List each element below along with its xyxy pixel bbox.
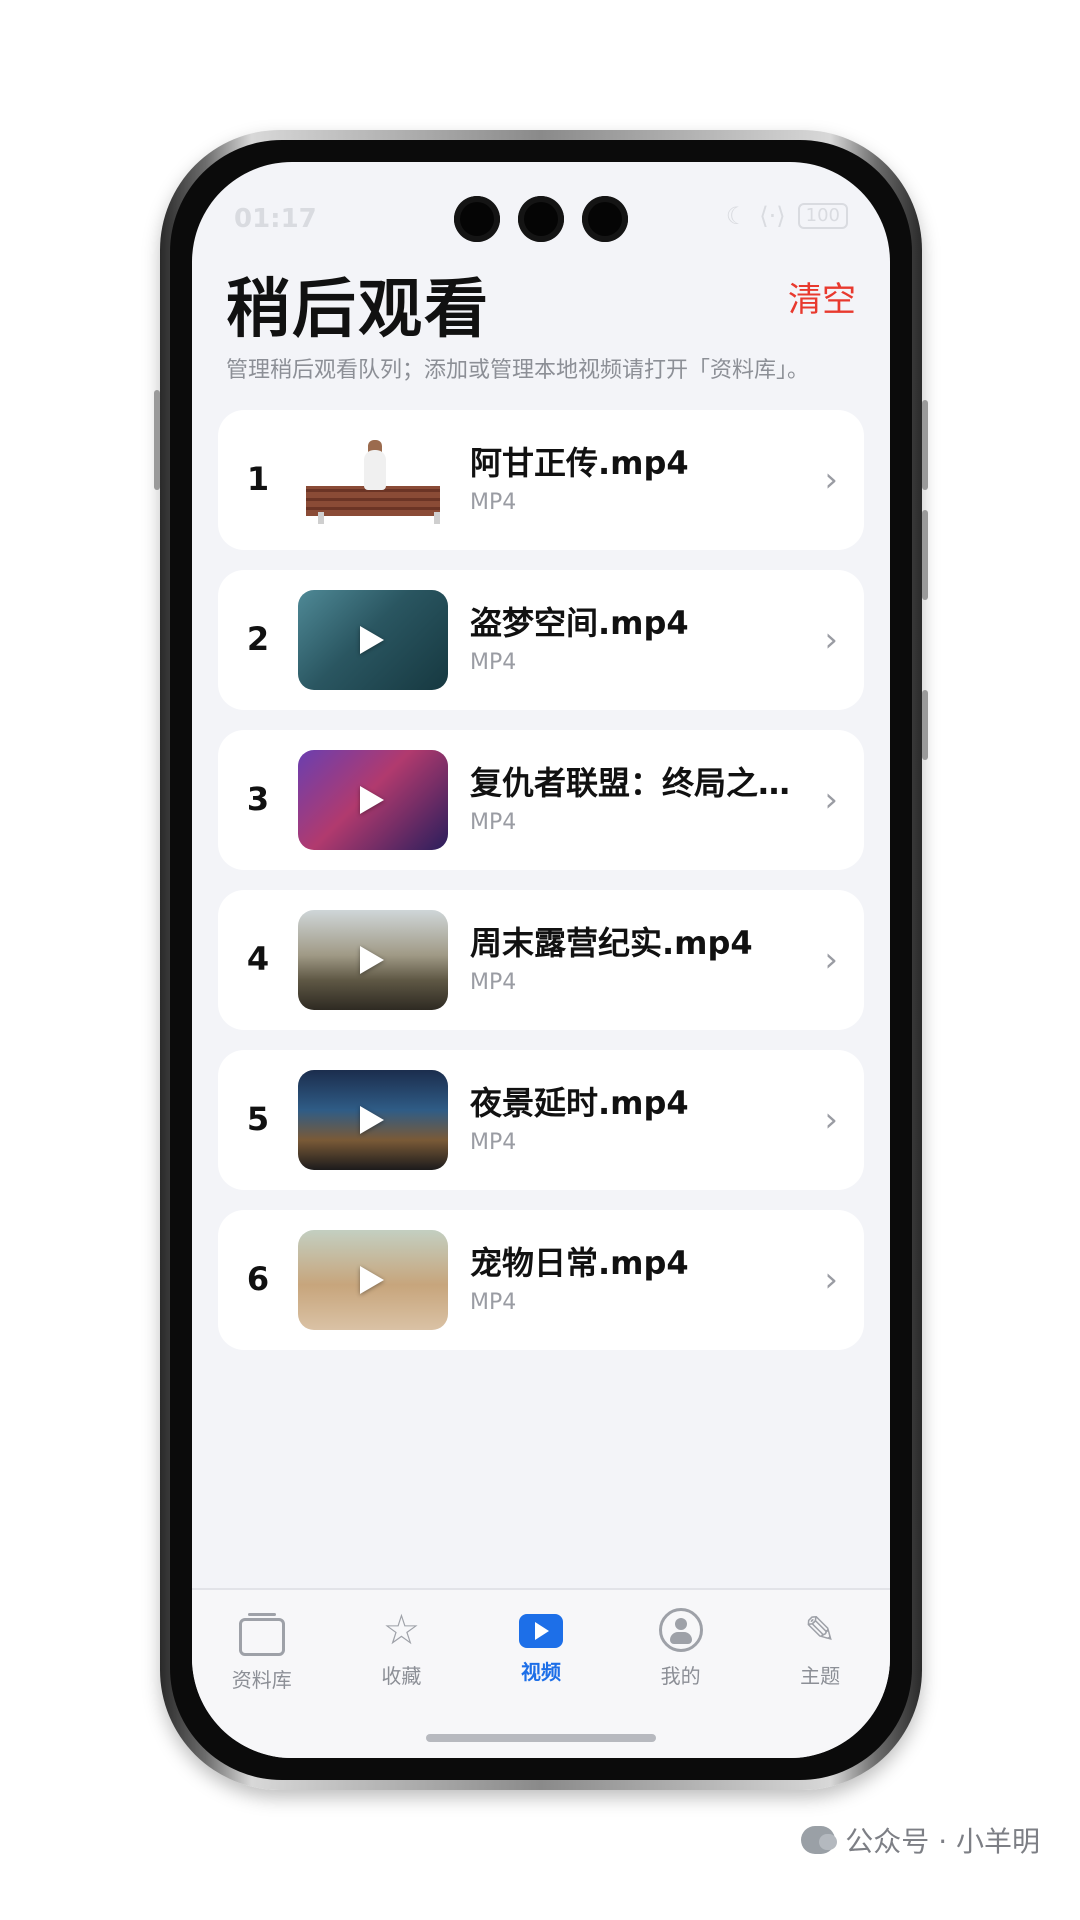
video-thumbnail (298, 1070, 448, 1170)
chevron-right-icon: › (824, 780, 838, 820)
item-format: MP4 (470, 810, 517, 835)
nav-item-me[interactable]: 我的 (621, 1608, 741, 1693)
item-title: 夜景延时.mp4 (470, 1084, 689, 1122)
item-title: 周末露营纪实.mp4 (470, 924, 753, 962)
play-icon (360, 946, 384, 974)
play-icon (360, 786, 384, 814)
nav-label: 视频 (520, 1660, 561, 1684)
item-format: MP4 (470, 970, 517, 995)
chevron-right-icon: › (824, 620, 838, 660)
item-index: 2 (246, 620, 270, 658)
item-index: 1 (246, 460, 270, 498)
play-icon (360, 1106, 384, 1134)
item-index: 3 (246, 780, 270, 818)
battery-icon: 100 (797, 203, 848, 229)
moon-icon: ☾ (725, 202, 748, 230)
person-shape (364, 450, 386, 490)
profile-icon (658, 1608, 703, 1652)
nav-item-video[interactable]: 视频 (481, 1608, 601, 1693)
chevron-right-icon: › (824, 1100, 838, 1140)
video-thumbnail (298, 430, 448, 530)
phone-screen: 01:17 ☾ ⟨·⟩ 100 稍后观看 清空 管理稍后观看队列；添加或管理本地… (192, 162, 890, 1758)
video-thumbnail (298, 910, 448, 1010)
video-thumbnail (298, 590, 448, 690)
camera-lens-icon (454, 196, 500, 242)
play-icon (360, 1266, 384, 1294)
list-item[interactable]: 5 夜景延时.mp4 MP4 › (218, 1050, 864, 1190)
clear-button[interactable]: 清空 (788, 272, 856, 321)
video-icon (518, 1614, 563, 1648)
nav-item-theme[interactable]: ✎ 主题 (760, 1608, 880, 1693)
bottom-navigation: 资料库 ☆ 收藏 视频 我的 ✎ 主题 (192, 1588, 890, 1758)
nav-label: 收藏 (381, 1664, 422, 1688)
item-index: 5 (246, 1100, 270, 1138)
side-key (154, 390, 160, 490)
item-title: 阿甘正传.mp4 (470, 444, 689, 482)
star-icon: ☆ (382, 1605, 421, 1654)
item-index: 4 (246, 940, 270, 978)
nav-label: 主题 (800, 1664, 841, 1688)
phone-frame: 01:17 ☾ ⟨·⟩ 100 稍后观看 清空 管理稍后观看队列；添加或管理本地… (154, 130, 928, 1790)
list-item[interactable]: 2 盗梦空间.mp4 MP4 › (218, 570, 864, 710)
list-item[interactable]: 6 宠物日常.mp4 MP4 › (218, 1210, 864, 1350)
status-time: 01:17 (234, 204, 317, 234)
chevron-right-icon: › (824, 940, 838, 980)
camera-lens-icon (518, 196, 564, 242)
play-icon (360, 626, 384, 654)
phone-bezel: 01:17 ☾ ⟨·⟩ 100 稍后观看 清空 管理稍后观看队列；添加或管理本地… (170, 140, 912, 1780)
camera-cutout (454, 196, 628, 242)
page-title: 稍后观看 (226, 273, 490, 347)
volume-up-button (922, 400, 928, 490)
item-title: 宠物日常.mp4 (470, 1244, 689, 1282)
watermark: 公众号 · 小羊明 (801, 1820, 1040, 1860)
list-item[interactable]: 4 周末露营纪实.mp4 MP4 › (218, 890, 864, 1030)
chevron-right-icon: › (824, 460, 838, 500)
item-format: MP4 (470, 1290, 517, 1315)
home-indicator[interactable] (426, 1734, 656, 1742)
video-thumbnail (298, 750, 448, 850)
item-format: MP4 (470, 1130, 517, 1155)
camera-lens-icon (582, 196, 628, 242)
wechat-icon (801, 1826, 838, 1854)
list-item[interactable]: 1 阿甘正传.mp4 MP4 › (218, 410, 864, 550)
list-item[interactable]: 3 复仇者联盟：终局之… MP4 › (218, 730, 864, 870)
signal-icon: ⟨·⟩ (759, 202, 786, 230)
nav-label: 我的 (660, 1664, 701, 1688)
chevron-right-icon: › (824, 1260, 838, 1300)
status-bar: 01:17 ☾ ⟨·⟩ 100 (192, 162, 890, 252)
page-subtitle: 管理稍后观看队列；添加或管理本地视频请打开「资料库」。 (226, 358, 810, 383)
item-format: MP4 (470, 490, 517, 515)
bench-legs (318, 512, 440, 524)
watermark-text: 公众号 · 小羊明 (845, 1825, 1040, 1858)
item-format: MP4 (470, 650, 517, 675)
nav-label: 资料库 (231, 1668, 292, 1692)
item-index: 6 (246, 1260, 270, 1298)
item-title: 盗梦空间.mp4 (470, 604, 689, 642)
status-icons: ☾ ⟨·⟩ 100 (726, 202, 848, 230)
power-button (922, 690, 928, 760)
nav-item-favorites[interactable]: ☆ 收藏 (341, 1608, 461, 1693)
brush-icon: ✎ (804, 1608, 837, 1652)
watch-later-list: 1 阿甘正传.mp4 MP4 › 2 盗梦空间.mp4 MP4 › 3 复仇者联… (218, 410, 864, 1370)
nav-item-library[interactable]: 资料库 (202, 1608, 322, 1693)
library-icon (238, 1613, 285, 1656)
volume-down-button (922, 510, 928, 600)
video-thumbnail (298, 1230, 448, 1330)
item-title: 复仇者联盟：终局之… (470, 764, 791, 802)
